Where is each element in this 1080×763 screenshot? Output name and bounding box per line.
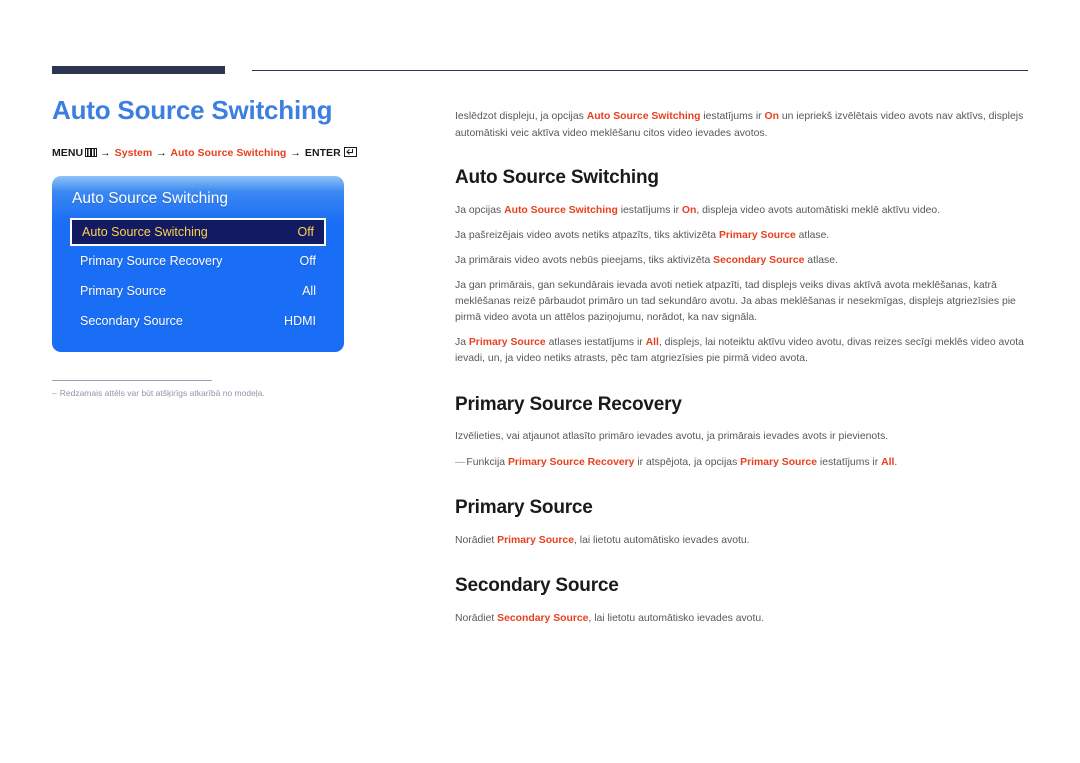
osd-row-label: Secondary Source: [80, 313, 183, 328]
section-secondary-source: Secondary Source Norādiet Secondary Sourc…: [455, 574, 1028, 627]
breadcrumb-step-auto-source-switching: Auto Source Switching: [170, 146, 287, 159]
left-column: Auto Source Switching MENU → System → Aut…: [52, 96, 422, 399]
highlighted-term: All: [881, 456, 895, 468]
section-heading: Primary Source: [455, 496, 593, 518]
highlighted-term: Primary Source Recovery: [507, 456, 635, 468]
footnote-text-row: – Redzamais attēls var būt atšķirīgs atka…: [52, 388, 352, 399]
highlighted-term: On: [681, 204, 697, 216]
paragraph-text: Ja primārais video avots nebūs pieejams,…: [455, 254, 714, 266]
page-title: Auto Source Switching: [52, 95, 333, 125]
paragraph-text: iestatījums ir: [617, 204, 682, 216]
footnote-dash: –: [52, 387, 57, 398]
breadcrumb-arrow-2: →: [156, 146, 167, 159]
footnote-text: Redzamais attēls var būt atšķirīgs atkar…: [59, 387, 265, 398]
sections-host: Auto Source Switching Ja opcijas Auto Sou…: [455, 166, 1028, 627]
highlighted-term: Secondary Source: [497, 612, 589, 624]
section-paragraph: Norādiet Primary Source, lai lietotu aut…: [455, 533, 1028, 549]
intro-paragraph: Ieslēdzot displeju, ja opcijas Auto Sour…: [455, 109, 1028, 141]
image-footnote: – Redzamais attēls var būt atšķirīgs atka…: [52, 379, 352, 399]
section-heading: Secondary Source: [455, 574, 619, 596]
section-paragraph: Izvēlieties, vai atjaunot atlasīto primā…: [455, 429, 1028, 445]
paragraph-text: , lai lietotu automātisko ievades avotu.: [588, 612, 765, 624]
section-heading: Primary Source Recovery: [455, 393, 682, 415]
breadcrumb-arrow-1: →: [100, 146, 111, 159]
section-auto-source-switching: Auto Source Switching Ja opcijas Auto Sou…: [455, 166, 1028, 368]
osd-panel-title: Auto Source Switching: [72, 189, 228, 207]
section-paragraph: Norādiet Secondary Source, lai lietotu a…: [455, 611, 1028, 627]
breadcrumb: MENU → System → Auto Source Switching → E…: [52, 146, 422, 159]
section-heading: Auto Source Switching: [455, 166, 659, 188]
osd-row-label: Auto Source Switching: [82, 224, 208, 239]
header-rule-group: [52, 66, 1028, 76]
highlighted-term: Secondary Source: [713, 254, 805, 266]
menu-grid-icon: [85, 147, 98, 157]
paragraph-text: Ja: [455, 337, 469, 349]
breadcrumb-menu-label: MENU: [52, 146, 84, 159]
intro-term-auto-source-switching: Auto Source Switching: [586, 111, 701, 123]
paragraph-text: atlase.: [804, 254, 838, 266]
section-paragraph: Ja pašreizējais video avots netiks atpaz…: [455, 228, 1028, 244]
note-dash-marker: —: [455, 456, 465, 468]
section-paragraph: Ja primārais video avots nebūs pieejams,…: [455, 253, 1028, 269]
section-primary-source: Primary Source Norādiet Primary Source, l…: [455, 496, 1028, 549]
breadcrumb-step-system: System: [114, 146, 153, 159]
header-rule-thin: [252, 70, 1028, 71]
paragraph-text: atlase.: [795, 229, 830, 241]
osd-row-value: HDMI: [284, 313, 316, 328]
section-paragraph: — Funkcija Primary Source Recovery ir ats…: [455, 455, 1028, 471]
osd-row-value: All: [302, 283, 316, 298]
osd-row-label: Primary Source Recovery: [80, 253, 223, 268]
osd-row-auto-source-switching[interactable]: Auto Source Switching Off: [70, 217, 326, 246]
breadcrumb-enter-label: ENTER: [304, 146, 341, 159]
footnote-divider: [52, 379, 212, 381]
paragraph-text: , lai lietotu automātisko ievades avotu.: [574, 534, 750, 546]
paragraph-text: atlases iestatījums ir: [545, 337, 646, 349]
intro-text-c: iestatījums ir: [700, 111, 765, 123]
section-paragraph: Ja gan primārais, gan sekundārais ievada…: [455, 278, 1028, 326]
paragraph-text: Norādiet: [455, 612, 498, 624]
highlighted-term: All: [645, 337, 659, 349]
osd-row-primary-source-recovery[interactable]: Primary Source Recovery Off: [70, 246, 326, 276]
highlighted-term: Primary Source: [718, 229, 796, 241]
highlighted-term: Primary Source: [468, 337, 546, 349]
osd-row-list: Auto Source Switching Off Primary Source…: [52, 217, 344, 336]
section-paragraph: Ja opcijas Auto Source Switching iestatī…: [455, 203, 1028, 219]
paragraph-text: iestatījums ir: [817, 456, 882, 468]
paragraph-text: Ja pašreizējais video avots netiks atpaz…: [455, 229, 719, 241]
section-primary-source-recovery: Primary Source Recovery Izvēlieties, vai …: [455, 393, 1028, 471]
intro-term-on: On: [764, 111, 779, 123]
osd-row-secondary-source[interactable]: Secondary Source HDMI: [70, 306, 326, 336]
paragraph-text: Norādiet: [455, 534, 498, 546]
intro-text-a: Ieslēdzot displeju, ja opcijas: [455, 111, 587, 123]
paragraph-text: Izvēlieties, vai atjaunot atlasīto primā…: [455, 431, 889, 443]
highlighted-term: Primary Source: [740, 456, 817, 468]
section-paragraph: Ja Primary Source atlases iestatījums ir…: [455, 335, 1028, 367]
paragraph-text: Funkcija: [466, 456, 508, 468]
osd-row-value: Off: [297, 224, 314, 239]
paragraph-text: ir atspējota, ja opcijas: [634, 456, 741, 468]
osd-row-label: Primary Source: [80, 283, 167, 298]
paragraph-text: , displeja video avots automātiski meklē…: [696, 204, 941, 216]
highlighted-term: Auto Source Switching: [504, 204, 618, 216]
highlighted-term: Primary Source: [497, 534, 574, 546]
paragraph-text: .: [894, 456, 898, 468]
breadcrumb-arrow-3: →: [290, 146, 301, 159]
paragraph-text: Ja opcijas: [455, 204, 505, 216]
osd-row-primary-source[interactable]: Primary Source All: [70, 276, 326, 306]
right-column: Ieslēdzot displeju, ja opcijas Auto Sour…: [455, 99, 1028, 627]
header-rule-thick: [52, 66, 225, 74]
paragraph-text: Ja gan primārais, gan sekundārais ievada…: [455, 279, 1016, 324]
enter-key-icon: [343, 146, 357, 157]
osd-row-value: Off: [299, 253, 316, 268]
osd-menu-panel: Auto Source Switching Auto Source Switch…: [52, 175, 344, 352]
